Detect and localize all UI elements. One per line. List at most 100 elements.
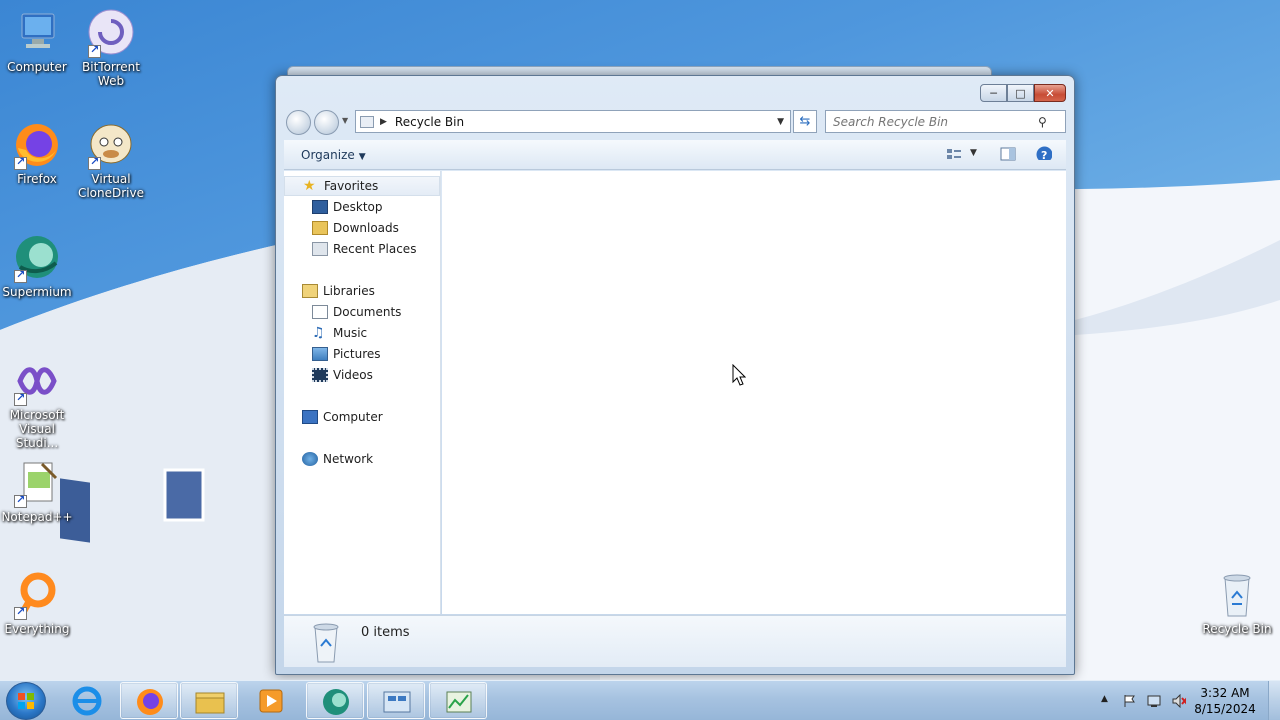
mouse-cursor-icon bbox=[732, 364, 746, 386]
navigation-pane: ★ Favorites Desktop Downloads Recent Pla… bbox=[284, 171, 441, 614]
svg-text:?: ? bbox=[1041, 149, 1047, 160]
back-button[interactable] bbox=[286, 110, 311, 135]
help-icon[interactable]: ? bbox=[1036, 146, 1052, 160]
nav-computer[interactable]: Computer bbox=[284, 407, 440, 427]
internet-explorer-icon bbox=[72, 686, 102, 716]
bittorrent-icon bbox=[86, 8, 136, 58]
nav-music[interactable]: ♫ Music bbox=[284, 323, 440, 343]
music-icon: ♫ bbox=[312, 325, 325, 341]
desktop-icon-visual-studio[interactable]: Microsoft Visual Studi... bbox=[0, 356, 74, 450]
clock-time: 3:32 AM bbox=[1200, 686, 1250, 700]
search-box[interactable]: ⚲ bbox=[825, 110, 1066, 133]
shortcut-arrow-icon bbox=[14, 605, 27, 620]
desktop-icon-computer[interactable]: Computer bbox=[0, 8, 74, 74]
minimize-button[interactable]: ─ bbox=[980, 84, 1007, 102]
windows-explorer-icon bbox=[195, 692, 225, 714]
control-panel-icon bbox=[383, 691, 411, 713]
shortcut-arrow-icon bbox=[14, 391, 27, 406]
videos-icon bbox=[312, 368, 328, 382]
computer-icon bbox=[302, 410, 318, 424]
shortcut-arrow-icon bbox=[88, 155, 101, 170]
show-hidden-icons-icon[interactable]: ▲ bbox=[1101, 694, 1115, 708]
address-location[interactable]: Recycle Bin bbox=[395, 115, 777, 129]
preview-pane-icon[interactable] bbox=[1000, 147, 1016, 161]
windows-logo-icon bbox=[18, 693, 34, 709]
desktop-icon-clonedrive[interactable]: Virtual CloneDrive bbox=[74, 120, 148, 200]
documents-icon bbox=[312, 305, 328, 319]
organize-button[interactable]: Organize ▼ bbox=[301, 148, 366, 162]
desktop-icon bbox=[312, 200, 328, 214]
desktop-icon-bittorrent[interactable]: BitTorrent Web bbox=[74, 8, 148, 88]
refresh-button[interactable]: ⇆ bbox=[793, 110, 817, 133]
recent-places-icon bbox=[312, 242, 328, 256]
taskbar-firefox[interactable] bbox=[120, 682, 178, 719]
desktop-icon-supermium[interactable]: Supermium bbox=[0, 233, 74, 299]
nav-downloads[interactable]: Downloads bbox=[284, 218, 440, 238]
shortcut-arrow-icon bbox=[14, 493, 27, 508]
nav-libraries[interactable]: Libraries bbox=[284, 281, 440, 301]
recycle-bin-large-icon bbox=[313, 623, 339, 663]
clonedrive-icon bbox=[86, 120, 136, 170]
supermium-icon bbox=[323, 689, 349, 715]
supermium-icon bbox=[12, 233, 62, 283]
recycle-bin-small-icon bbox=[360, 115, 374, 128]
address-dropdown-icon[interactable]: ▼ bbox=[777, 117, 784, 127]
desktop-icon-recycle-bin[interactable]: Recycle Bin bbox=[1200, 570, 1274, 636]
visual-studio-icon bbox=[12, 356, 62, 406]
recycle-bin-icon bbox=[1212, 570, 1262, 620]
nav-videos[interactable]: Videos bbox=[284, 365, 440, 385]
recent-pages-dropdown-icon[interactable]: ▼ bbox=[342, 116, 348, 125]
system-clock[interactable]: 3:32 AM 8/15/2024 bbox=[1192, 685, 1258, 717]
taskbar-control-panel[interactable] bbox=[367, 682, 425, 719]
shortcut-arrow-icon bbox=[88, 43, 101, 58]
item-count: 0 items bbox=[361, 625, 410, 640]
details-pane: 0 items bbox=[284, 615, 1066, 667]
nav-recent-places[interactable]: Recent Places bbox=[284, 239, 440, 259]
downloads-folder-icon bbox=[312, 221, 328, 235]
nav-favorites[interactable]: ★ Favorites bbox=[284, 176, 440, 196]
change-view-icon[interactable] bbox=[946, 147, 962, 161]
nav-desktop[interactable]: Desktop bbox=[284, 197, 440, 217]
task-manager-icon bbox=[446, 691, 472, 713]
breadcrumb-arrow-icon[interactable]: ▶ bbox=[380, 117, 387, 127]
taskbar-task-manager[interactable] bbox=[429, 682, 487, 719]
computer-icon bbox=[12, 8, 62, 58]
clock-date: 8/15/2024 bbox=[1194, 702, 1256, 716]
libraries-icon bbox=[302, 284, 318, 298]
file-list-area[interactable] bbox=[442, 171, 1066, 614]
firefox-icon bbox=[137, 689, 163, 715]
network-icon bbox=[302, 452, 318, 466]
maximize-button[interactable]: □ bbox=[1007, 84, 1034, 102]
desktop-icon-firefox[interactable]: Firefox bbox=[0, 120, 74, 186]
explorer-window: ─ □ ✕ ▼ ▶ Recycle Bin ▼ ⇆ ⚲ Organize▼ ▼ … bbox=[275, 75, 1075, 675]
taskbar-supermium[interactable] bbox=[306, 682, 364, 719]
notepadpp-icon bbox=[12, 458, 62, 508]
nav-documents[interactable]: Documents bbox=[284, 302, 440, 322]
start-button[interactable] bbox=[6, 682, 46, 720]
chevron-down-icon: ▼ bbox=[358, 152, 366, 162]
taskbar-media-player[interactable] bbox=[242, 682, 300, 719]
pictures-icon bbox=[312, 347, 328, 361]
address-bar[interactable]: ▶ Recycle Bin ▼ bbox=[355, 110, 791, 133]
desktop-icon-everything[interactable]: Everything bbox=[0, 570, 74, 636]
close-button[interactable]: ✕ bbox=[1034, 84, 1066, 102]
forward-button[interactable] bbox=[314, 110, 339, 135]
volume-muted-icon[interactable] bbox=[1172, 694, 1186, 708]
command-bar: Organize ▼ ▼ ? bbox=[284, 140, 1066, 170]
taskbar-windows-explorer[interactable] bbox=[180, 682, 238, 719]
search-input[interactable] bbox=[833, 114, 1038, 129]
taskbar-internet-explorer[interactable] bbox=[58, 682, 116, 719]
nav-pictures[interactable]: Pictures bbox=[284, 344, 440, 364]
taskbar: ▲ 3:32 AM 8/15/2024 bbox=[0, 680, 1280, 720]
shortcut-arrow-icon bbox=[14, 268, 27, 283]
star-icon: ★ bbox=[303, 178, 316, 194]
nav-network[interactable]: Network bbox=[284, 449, 440, 469]
action-center-flag-icon[interactable] bbox=[1122, 694, 1136, 708]
network-status-icon[interactable] bbox=[1147, 694, 1161, 708]
show-desktop-button[interactable] bbox=[1268, 681, 1280, 720]
firefox-icon bbox=[12, 120, 62, 170]
view-options-dropdown-icon[interactable]: ▼ bbox=[970, 148, 977, 158]
desktop-icon-notepadpp[interactable]: Notepad++ bbox=[0, 458, 74, 524]
shortcut-arrow-icon bbox=[14, 155, 27, 170]
search-icon[interactable]: ⚲ bbox=[1038, 115, 1047, 129]
